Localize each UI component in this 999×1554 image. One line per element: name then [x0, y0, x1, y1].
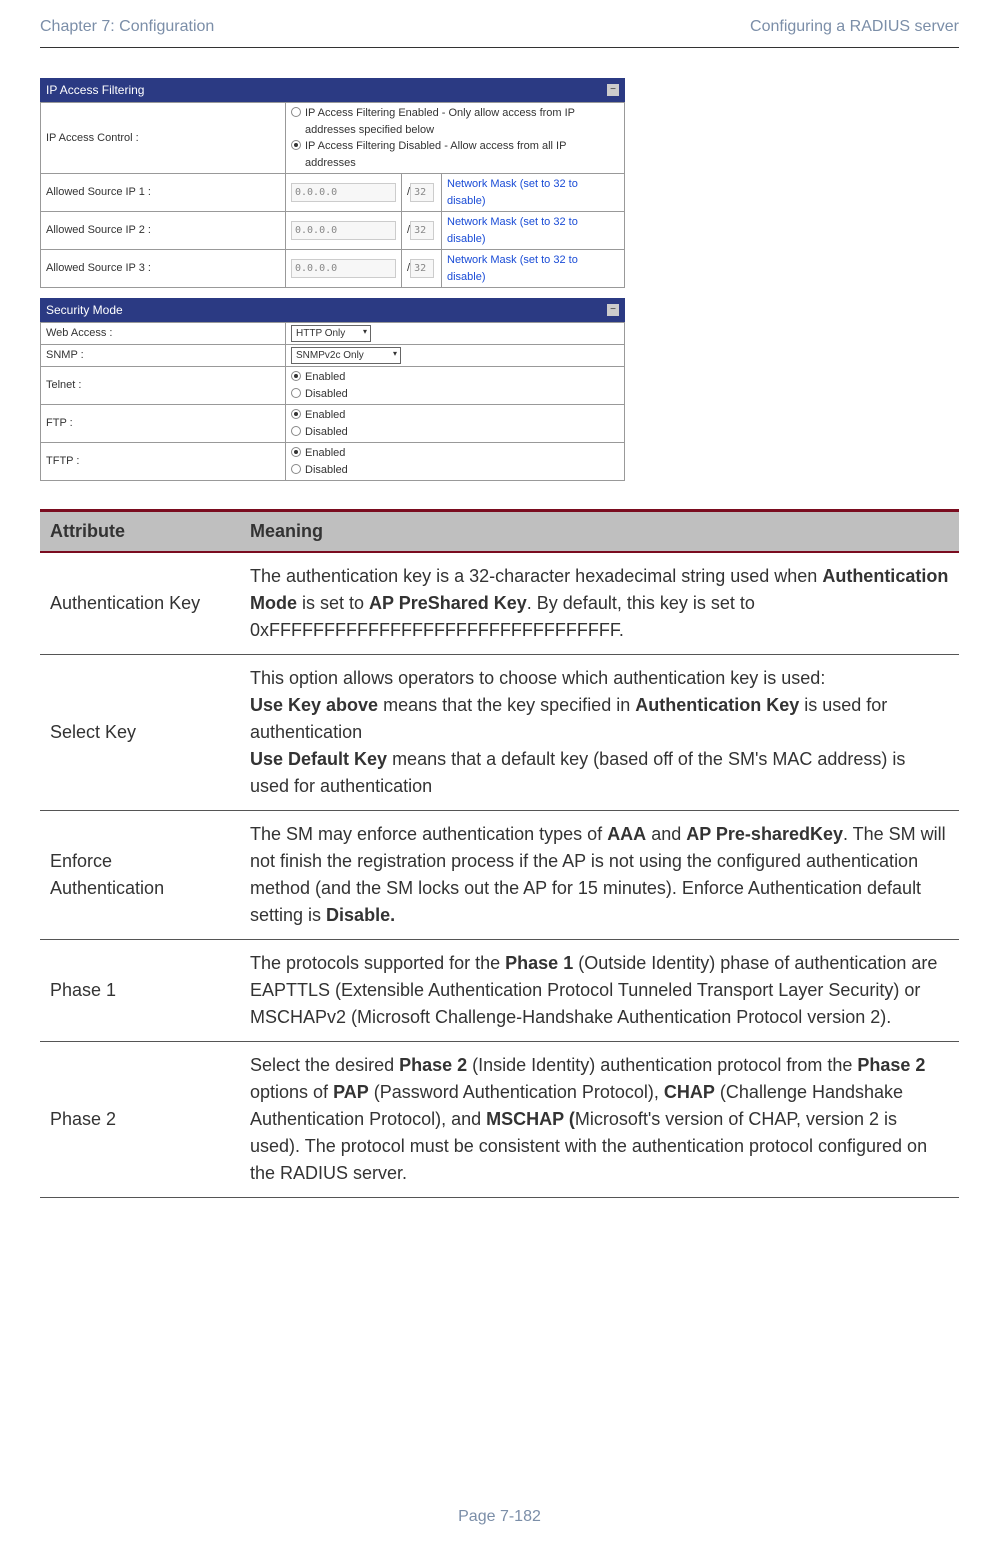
ip-input[interactable]: 0.0.0.0 [291, 183, 396, 202]
tftp-disabled-radio[interactable] [291, 464, 301, 474]
mask-input[interactable]: 32 [410, 183, 434, 202]
config-screenshot: IP Access Filtering − IP Access Control … [40, 78, 625, 481]
mask-input[interactable]: 32 [410, 259, 434, 278]
header-right: Configuring a RADIUS server [750, 15, 959, 39]
table-row: Select Key This option allows operators … [40, 655, 959, 811]
col-meaning: Meaning [240, 511, 959, 553]
security-panel-title: Security Mode [46, 301, 123, 319]
allowed-ip-row: Allowed Source IP 3 : 0.0.0.0 /32 Networ… [41, 250, 625, 288]
ip-control-label: IP Access Control : [41, 103, 286, 174]
ip-panel-title: IP Access Filtering [46, 81, 144, 99]
table-row: Authentication Key The authentication ke… [40, 552, 959, 655]
mask-input[interactable]: 32 [410, 221, 434, 240]
telnet-enabled-radio[interactable] [291, 371, 301, 381]
ip-input[interactable]: 0.0.0.0 [291, 221, 396, 240]
page-header: Chapter 7: Configuration Configuring a R… [40, 15, 959, 48]
table-row: Phase 2 Select the desired Phase 2 (Insi… [40, 1042, 959, 1198]
ftp-enabled-radio[interactable] [291, 409, 301, 419]
col-attribute: Attribute [40, 511, 240, 553]
allowed-ip-row: Allowed Source IP 2 : 0.0.0.0 /32 Networ… [41, 212, 625, 250]
page-number: Page 7-182 [0, 1505, 999, 1529]
collapse-icon[interactable]: − [607, 84, 619, 96]
telnet-disabled-radio[interactable] [291, 388, 301, 398]
attribute-table: Attribute Meaning Authentication Key The… [40, 509, 959, 1198]
header-left: Chapter 7: Configuration [40, 15, 214, 39]
ip-filtering-panel-header[interactable]: IP Access Filtering − [40, 78, 625, 102]
radio-enabled[interactable] [291, 107, 301, 117]
tftp-enabled-radio[interactable] [291, 447, 301, 457]
security-mode-panel-header[interactable]: Security Mode − [40, 298, 625, 322]
snmp-select[interactable]: SNMPv2c Only [291, 347, 401, 364]
radio-disabled[interactable] [291, 140, 301, 150]
table-row: Enforce Authentication The SM may enforc… [40, 811, 959, 940]
ip-input[interactable]: 0.0.0.0 [291, 259, 396, 278]
web-access-select[interactable]: HTTP Only [291, 325, 371, 342]
table-row: Phase 1 The protocols supported for the … [40, 940, 959, 1042]
allowed-ip-row: Allowed Source IP 1 : 0.0.0.0 /32 Networ… [41, 174, 625, 212]
collapse-icon[interactable]: − [607, 304, 619, 316]
ftp-disabled-radio[interactable] [291, 426, 301, 436]
